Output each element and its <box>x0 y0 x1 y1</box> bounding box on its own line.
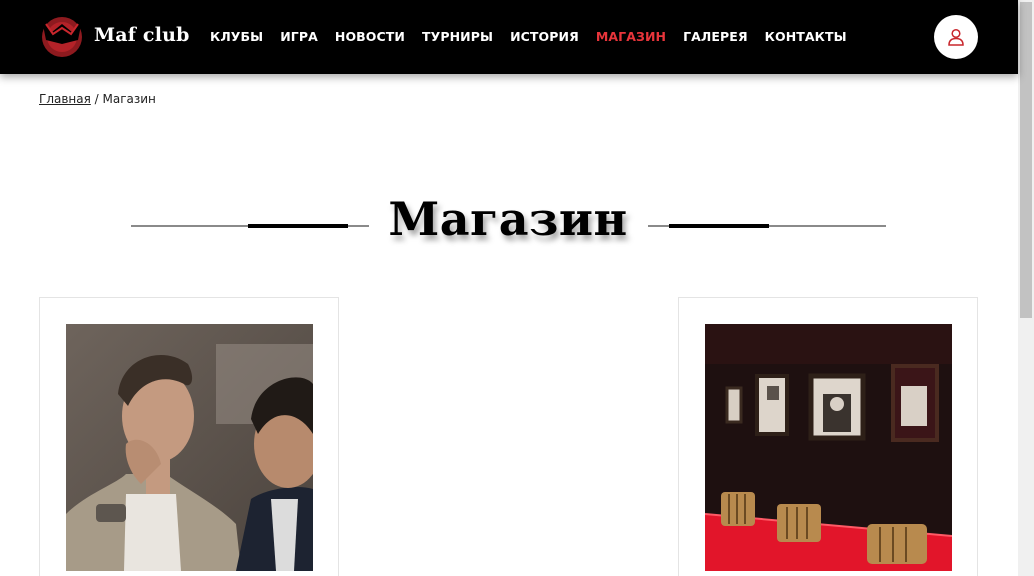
scrollbar-thumb[interactable] <box>1020 2 1032 318</box>
mafia-logo-icon[interactable] <box>38 14 86 58</box>
club-room-photo-image <box>705 324 952 571</box>
nav-item-history[interactable]: ИСТОРИЯ <box>510 29 579 47</box>
nav-item-clubs[interactable]: КЛУБЫ <box>210 29 263 47</box>
breadcrumb-separator: / <box>90 92 103 106</box>
product-card[interactable] <box>678 297 978 576</box>
nav-item-gallery[interactable]: ГАЛЕРЕЯ <box>683 29 748 47</box>
nav-item-news[interactable]: НОВОСТИ <box>335 29 405 47</box>
breadcrumb-home-link[interactable]: Главная <box>39 92 91 106</box>
site-header: Maf club КЛУБЫ ИГРА НОВОСТИ ТУРНИРЫ ИСТО… <box>0 0 1018 74</box>
title-divider-right-accent <box>669 224 769 228</box>
nav-item-tournaments[interactable]: ТУРНИРЫ <box>422 29 493 47</box>
men-photo-image <box>66 324 313 571</box>
page-title: Магазин <box>388 192 628 246</box>
breadcrumb-current: Магазин <box>102 92 156 106</box>
nav-item-game[interactable]: ИГРА <box>280 29 318 47</box>
product-image[interactable] <box>66 324 313 571</box>
title-divider-left-accent <box>248 224 348 228</box>
brand-name[interactable]: Maf club <box>94 24 190 46</box>
user-icon <box>948 28 964 46</box>
nav-item-shop[interactable]: МАГАЗИН <box>596 29 666 47</box>
main-nav: КЛУБЫ ИГРА НОВОСТИ ТУРНИРЫ ИСТОРИЯ МАГАЗ… <box>210 29 864 47</box>
breadcrumb: Главная / Магазин <box>39 92 156 106</box>
product-card[interactable] <box>39 297 339 576</box>
product-image[interactable] <box>705 324 952 571</box>
user-account-button[interactable] <box>934 15 978 59</box>
page-title-block: Магазин <box>0 186 1018 256</box>
nav-item-contacts[interactable]: КОНТАКТЫ <box>765 29 847 47</box>
